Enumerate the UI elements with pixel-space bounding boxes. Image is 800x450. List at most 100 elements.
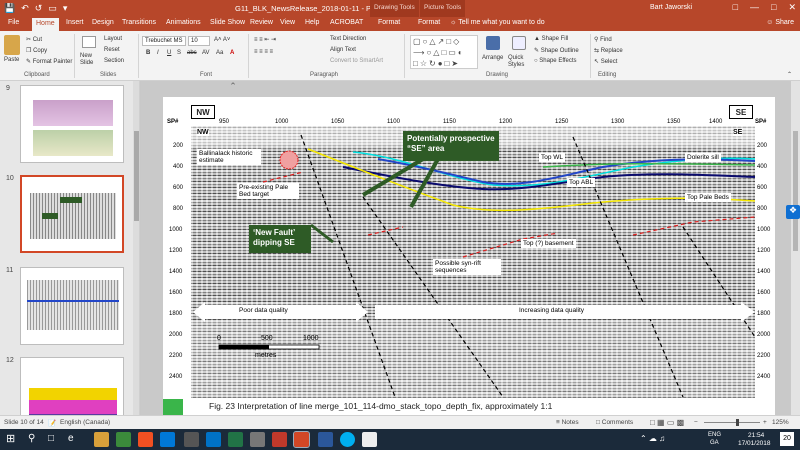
quick-styles-button[interactable]: Quick Styles — [508, 55, 532, 68]
save-icon[interactable]: 💾 — [4, 3, 15, 14]
italic-button[interactable]: I — [157, 50, 159, 56]
store-icon[interactable] — [160, 432, 175, 447]
paste-button[interactable]: Paste — [4, 57, 19, 63]
format-painter-button[interactable]: ✎ Format Painter — [26, 58, 72, 65]
label-ballinalack[interactable]: Ballinalack historic estimate — [197, 149, 261, 166]
convert-smartart-button[interactable]: Convert to SmartArt — [330, 58, 383, 64]
search-icon[interactable]: ⚲ — [28, 433, 35, 444]
minimize-icon[interactable]: — — [750, 2, 759, 13]
zoom-slider[interactable] — [704, 422, 760, 423]
redo-icon[interactable]: ↺ — [35, 3, 43, 14]
tab-transitions[interactable]: Transitions — [122, 19, 156, 26]
undo-icon[interactable]: ↶ — [21, 3, 29, 14]
underline-button[interactable]: U — [167, 50, 171, 56]
tab-review[interactable]: Review — [250, 19, 273, 26]
figure-caption[interactable]: Fig. 23 Interpretation of line merge_101… — [209, 401, 552, 411]
font-color-button[interactable]: A — [230, 50, 234, 56]
user-name[interactable]: Bart Jaworski — [650, 4, 692, 11]
input-language[interactable]: ENG — [708, 432, 721, 438]
ribbon-display-icon[interactable]: □ — [733, 2, 738, 13]
task-view-icon[interactable]: □ — [48, 433, 54, 444]
tab-format-drawing[interactable]: Format — [378, 19, 400, 26]
cut-button[interactable]: ✂ Cut — [26, 36, 42, 43]
slide-thumbnail-12[interactable] — [20, 357, 124, 415]
share-button[interactable]: ☺ Share — [766, 19, 794, 26]
app-icon[interactable] — [116, 432, 131, 447]
paste-icon[interactable] — [4, 35, 20, 55]
tab-acrobat[interactable]: ACROBAT — [330, 19, 363, 26]
maximize-icon[interactable]: □ — [771, 2, 776, 13]
callout-prospective-area[interactable]: Potentially prospective “SE” area — [403, 131, 499, 161]
arrange-icon[interactable] — [486, 36, 500, 50]
edge-icon[interactable]: e — [68, 433, 74, 444]
select-button[interactable]: ↖ Select — [594, 58, 617, 65]
slide-thumbnail-9[interactable] — [20, 85, 124, 163]
thumbnail-scrollbar[interactable] — [133, 81, 139, 415]
label-syn-rift[interactable]: Possible syn-rift sequences — [433, 259, 501, 276]
slideshow-icon[interactable]: ▭ — [48, 3, 57, 14]
font-size-select[interactable]: 10 — [188, 36, 210, 46]
label-dolerite-sill[interactable]: Dolerite sill — [685, 153, 721, 163]
new-slide-button[interactable]: New Slide — [80, 53, 102, 66]
zoom-out-icon[interactable]: − — [694, 419, 698, 426]
shadow-button[interactable]: S — [177, 50, 181, 56]
clock-time[interactable]: 21:54 — [748, 432, 764, 439]
skype-icon[interactable] — [340, 432, 355, 447]
label-top-wl[interactable]: Top WL — [539, 153, 566, 163]
font-family-select[interactable]: Trebuchet MS — [142, 36, 186, 46]
chrome-icon[interactable] — [138, 432, 153, 447]
bullets-icon[interactable]: ≡ ≡ ⇤ ⇥ — [254, 36, 276, 43]
word-icon[interactable] — [318, 432, 333, 447]
language-indicator[interactable]: English (Canada) — [60, 419, 110, 426]
scroll-thumb[interactable] — [793, 131, 798, 251]
powerpoint-icon[interactable] — [293, 431, 310, 448]
slide-thumbnail-11[interactable] — [20, 267, 124, 345]
close-icon[interactable]: ✕ — [788, 2, 796, 13]
slide-thumbnail-10[interactable] — [20, 175, 124, 253]
shapes-gallery[interactable]: ▢○△↗□◇ ⟶○△□▭◐ □☆↻●□➤ — [410, 35, 478, 69]
label-top-pale-beds[interactable]: Top Pale Beds — [685, 193, 731, 203]
input-region[interactable]: GA — [710, 440, 719, 446]
tell-me-search[interactable]: ☼ Tell me what you want to do — [450, 19, 545, 26]
dropbox-icon[interactable]: ❖ — [786, 205, 800, 219]
vertical-scrollbar[interactable] — [791, 81, 800, 415]
tray-icons[interactable]: ⌃ ☁ ♫ — [640, 434, 665, 443]
acrobat-icon[interactable] — [272, 432, 287, 447]
grow-font-icon[interactable]: A˄ A˅ — [214, 37, 230, 43]
view-buttons[interactable]: □ ▦ ▭ ▩ — [650, 418, 684, 427]
char-spacing-button[interactable]: AV — [202, 50, 210, 56]
excel-icon[interactable] — [228, 432, 243, 447]
change-case-button[interactable]: Aa — [216, 50, 223, 56]
label-preexisting[interactable]: Pre-existing Pale Bed target — [237, 183, 299, 200]
spellcheck-icon[interactable]: 📝 — [48, 419, 56, 427]
reset-button[interactable]: Reset — [104, 47, 120, 53]
tab-design[interactable]: Design — [92, 19, 114, 26]
label-increasing-quality[interactable]: Increasing data quality — [517, 306, 586, 315]
layout-button[interactable]: Layout — [104, 36, 122, 42]
new-slide-icon[interactable] — [82, 36, 96, 48]
shape-fill-button[interactable]: ▲ Shape Fill — [534, 36, 568, 42]
quick-styles-icon[interactable] — [512, 36, 526, 50]
copy-button[interactable]: ❐ Copy — [26, 47, 47, 54]
label-top-abl[interactable]: Top ABL — [567, 178, 596, 188]
comments-button[interactable]: □ Comments — [596, 419, 633, 426]
app-icon[interactable] — [250, 432, 265, 447]
label-poor-quality[interactable]: Poor data quality — [237, 306, 290, 315]
app-icon[interactable] — [184, 432, 199, 447]
rotate-handle-icon[interactable]: ⌃ — [225, 81, 241, 91]
align-icons[interactable]: ≡ ≡ ≡ ≡ — [254, 49, 273, 55]
notification-badge[interactable]: 20 — [780, 432, 794, 446]
tab-animations[interactable]: Animations — [166, 19, 201, 26]
strikethrough-button[interactable]: abc — [187, 50, 197, 56]
shape-effects-button[interactable]: ○ Shape Effects — [534, 58, 577, 64]
shape-outline-button[interactable]: ✎ Shape Outline — [534, 47, 579, 54]
align-text-button[interactable]: Align Text — [330, 47, 356, 53]
replace-button[interactable]: ⇆ Replace — [594, 47, 623, 54]
zoom-in-icon[interactable]: + — [763, 419, 767, 426]
outlook-icon[interactable] — [206, 432, 221, 447]
tab-file[interactable]: File — [8, 19, 19, 26]
slide[interactable]: NW SE SP# SP# NW SE 950 1000 1050 1100 1… — [163, 97, 775, 415]
collapse-ribbon-icon[interactable]: ⌃ — [787, 71, 792, 78]
customize-icon[interactable]: ▾ — [63, 3, 68, 14]
tab-format-picture[interactable]: Format — [418, 19, 440, 26]
